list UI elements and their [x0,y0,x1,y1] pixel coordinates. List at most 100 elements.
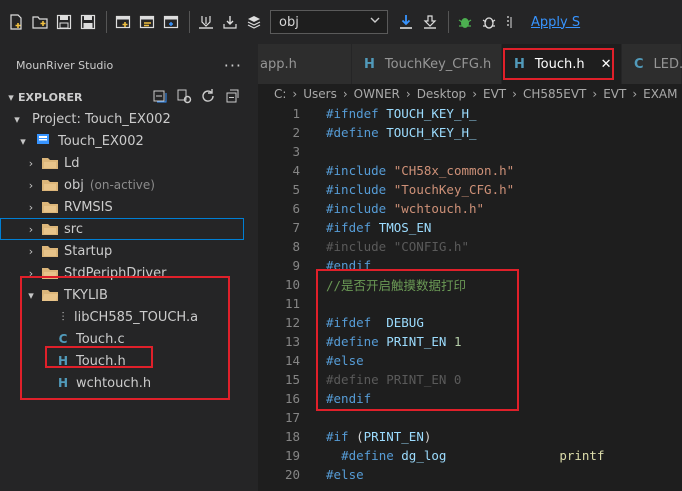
code-line[interactable]: 15 #define PRINT_EN 0 [258,370,682,389]
flash-icon[interactable] [420,12,440,32]
layers-icon[interactable] [244,12,264,32]
build-icon[interactable] [113,12,133,32]
code-line[interactable]: 12 #ifdef DEBUG [258,313,682,332]
breadcrumb-item[interactable]: OWNER [354,87,400,101]
code-line[interactable]: 13 #define PRINT_EN 1 [258,332,682,351]
collapse-folders-icon[interactable] [224,88,240,107]
code-line[interactable]: 7 #ifdef TMOS_EN [258,218,682,237]
save-all-icon[interactable] [78,12,98,32]
tab-label: app.h [260,56,297,72]
tree-file-wchtouch-h[interactable]: H wchtouch.h [0,372,258,394]
collapse-all-icon[interactable] [152,88,168,107]
folder-icon [42,223,58,235]
download-all-icon[interactable] [220,12,240,32]
line-number: 4 [292,163,300,178]
clean-icon[interactable] [161,12,181,32]
code-line[interactable]: 9 #endif [258,256,682,275]
code-line[interactable]: 8 #include "CONFIG.h" [258,237,682,256]
line-number: 13 [284,334,300,349]
code-line[interactable]: 4 #include "CH58x_common.h" [258,161,682,180]
download-arrow-icon[interactable] [396,12,416,32]
tree-file-touch-c[interactable]: C Touch.c [0,328,258,350]
code-text: //是否开启触摸数据打印 [326,278,467,293]
explorer-section-header[interactable]: ▾ EXPLORER [0,86,258,108]
bug-lines-icon[interactable] [503,12,523,32]
breadcrumb-item[interactable]: CH585EVT [523,87,586,101]
code-line[interactable]: 17 [258,408,682,427]
refresh-icon[interactable] [200,88,216,107]
tab-touch-h[interactable]: H Touch.h ✕ [502,44,622,84]
library-file-icon: ⫶ [61,309,65,324]
chevron-down-icon: ▾ [28,288,34,302]
code-line[interactable]: 19 #define dg_log printf [258,446,682,465]
code-line[interactable]: 16 #endif [258,389,682,408]
sidebar-header: MounRiver Studio ··· [0,44,258,86]
chevron-right-icon: › [28,200,34,214]
editor-tabs: app.h H TouchKey_CFG.h H Touch.h ✕ C LED… [258,44,682,84]
build-config-select[interactable]: obj [270,10,388,34]
download-icon[interactable] [196,12,216,32]
tree-folder-label: Ld [64,155,80,171]
new-folder-icon[interactable] [30,12,50,32]
code-line[interactable]: 6 #include "wchtouch.h" [258,199,682,218]
code-text: #else [326,353,364,368]
project-label: Project: Touch_EX002 [32,111,171,127]
tab-label: TouchKey_CFG.h [384,56,492,72]
code-line[interactable]: 10 //是否开启触摸数据打印 [258,275,682,294]
chevron-right-icon: › [28,244,34,258]
root-folder-node[interactable]: ▾ Touch_EX002 [0,130,258,152]
debug-icon[interactable] [455,12,475,32]
code-line[interactable]: 5 #include "TouchKey_CFG.h" [258,180,682,199]
save-icon[interactable] [54,12,74,32]
breadcrumb-item[interactable]: C: [274,87,286,101]
line-number: 16 [284,391,300,406]
settings-icon[interactable] [176,88,192,107]
tree-folder-tkylib[interactable]: ▾ TKYLIB [0,284,258,306]
tab-touchkey-cfg-h[interactable]: H TouchKey_CFG.h [352,44,502,84]
breadcrumb-item[interactable]: Users [303,87,337,101]
chevron-right-icon: › [28,222,34,236]
more-actions-button[interactable]: ··· [224,56,242,75]
tree-folder-label: RVMSIS [64,199,113,215]
code-line[interactable]: 18 #if (PRINT_EN) [258,427,682,446]
rebuild-icon[interactable] [137,12,157,32]
line-number: 8 [292,239,300,254]
tree-folder-label: src [64,221,83,237]
code-text: #define dg_log printf [341,448,605,463]
line-number: 3 [292,144,300,159]
new-file-icon[interactable] [6,12,26,32]
tree-folder-src[interactable]: › src [0,218,244,240]
chevron-down-icon: ▾ [14,112,20,126]
tree-file-touch-h[interactable]: H Touch.h [0,350,258,372]
code-editor[interactable]: 1 #ifndef TOUCH_KEY_H_ 2 #define TOUCH_KEY_… [258,104,682,491]
tree-folder-obj[interactable]: › obj (on-active) [0,174,258,196]
tree-folder-rvmsis[interactable]: › RVMSIS [0,196,258,218]
code-line[interactable]: 2 #define TOUCH_KEY_H_ [258,123,682,142]
h-file-icon: H [364,56,375,72]
breadcrumb-item[interactable]: EVT [603,87,626,101]
code-text: #endif [326,391,372,406]
project-node[interactable]: ▾ Project: Touch_EX002 [0,108,258,130]
code-text: #include "CH58x_common.h" [326,163,515,178]
breadcrumb-item[interactable]: Desktop [417,87,467,101]
tree-folder-stdperiphdriver[interactable]: › StdPeriphDriver [0,262,258,284]
h-file-icon: H [57,376,69,390]
breadcrumb-item[interactable]: EXAM [643,87,677,101]
code-line[interactable]: 14 #else [258,351,682,370]
close-icon[interactable]: ✕ [601,57,612,72]
tree-folder-startup[interactable]: › Startup [0,240,258,262]
code-line[interactable]: 1 #ifndef TOUCH_KEY_H_ [258,104,682,123]
bug-settings-icon[interactable] [479,12,499,32]
tree-file-libch585-touch[interactable]: ⫶ libCH585_TOUCH.a [0,306,258,328]
apply-settings-link[interactable]: Apply S [531,15,580,30]
tab-app-h[interactable]: app.h [258,44,352,84]
tree-folder-ld[interactable]: › Ld [0,152,258,174]
chevron-down-icon: ▾ [8,90,14,104]
toolbar: obj Apply S [0,0,682,44]
code-line[interactable]: 11 [258,294,682,313]
breadcrumb-item[interactable]: EVT [483,87,506,101]
code-line[interactable]: 3 [258,142,682,161]
tab-led-c[interactable]: C LED.c [622,44,682,84]
folder-icon [42,201,58,213]
code-line[interactable]: 20 #else [258,465,682,484]
